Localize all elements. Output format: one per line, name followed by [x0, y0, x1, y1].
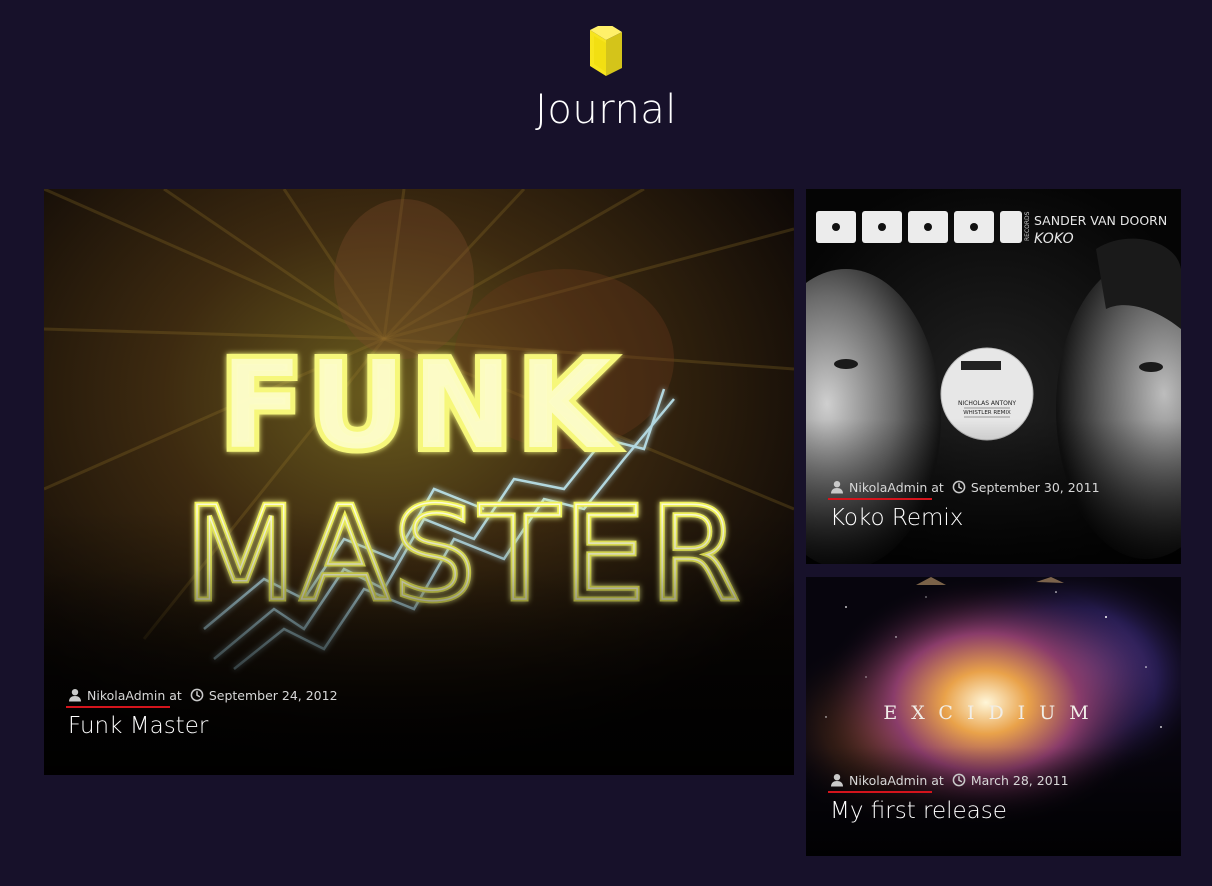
- clock-icon: [952, 773, 966, 787]
- post-date-link[interactable]: September 24, 2012: [209, 688, 338, 703]
- clock-icon: [190, 688, 204, 702]
- post-meta: NikolaAdmin at March 28, 2011: [828, 771, 1161, 793]
- journal-page: Journal FUNK FUNK NikolaAdmin at Septemb…: [0, 0, 1212, 886]
- post-caption: NikolaAdmin at March 28, 2011 My first r…: [828, 771, 1161, 827]
- svg-text:EXCIDIUM: EXCIDIUM: [883, 702, 1102, 724]
- svg-text:KOKO: KOKO: [1034, 231, 1074, 247]
- book-icon: [590, 26, 622, 76]
- meta-accent-underline: [828, 498, 932, 500]
- svg-text:SANDER VAN DOORN: SANDER VAN DOORN: [1034, 213, 1167, 228]
- post-title-link[interactable]: Funk Master: [68, 710, 208, 742]
- svg-text:FUNK: FUNK: [221, 337, 618, 476]
- svg-text:NICHOLAS ANTONY: NICHOLAS ANTONY: [958, 400, 1016, 407]
- svg-text:RECORDS: RECORDS: [1024, 211, 1031, 241]
- user-icon: [69, 689, 81, 702]
- post-caption: NikolaAdmin at September 30, 2011 Koko R…: [828, 478, 1161, 534]
- post-meta: NikolaAdmin at September 24, 2012: [66, 686, 774, 708]
- post-author-link[interactable]: NikolaAdmin: [87, 688, 165, 703]
- post-meta-at: at: [931, 772, 944, 788]
- post-title-link[interactable]: My first release: [830, 795, 1007, 827]
- post-meta: NikolaAdmin at September 30, 2011: [828, 478, 1161, 500]
- clock-icon: [952, 480, 966, 494]
- post-title-link[interactable]: Koko Remix: [830, 502, 963, 534]
- post-meta-at: at: [931, 479, 944, 495]
- page-header: Journal: [0, 26, 1212, 134]
- post-date-link[interactable]: March 28, 2011: [971, 773, 1069, 788]
- meta-accent-underline: [828, 791, 932, 793]
- meta-accent-underline: [66, 706, 170, 708]
- post-author-link[interactable]: NikolaAdmin: [849, 773, 927, 788]
- svg-text:WHISTLER REMIX: WHISTLER REMIX: [963, 410, 1011, 416]
- user-icon: [831, 481, 843, 494]
- user-icon: [831, 774, 843, 787]
- post-card-koko-remix[interactable]: RECORDS SANDER VAN DOORN KOKO NICHOLAS A…: [806, 189, 1181, 564]
- post-date-link[interactable]: September 30, 2011: [971, 480, 1100, 495]
- post-card-funk-master[interactable]: FUNK FUNK MASTER MASTER NikolaAdmin at: [44, 189, 794, 775]
- post-meta-at: at: [169, 687, 182, 703]
- post-author-link[interactable]: NikolaAdmin: [849, 480, 927, 495]
- post-card-my-first-release[interactable]: EXCIDIUM NikolaAdmin at March 28, 2011 M…: [806, 577, 1181, 856]
- page-title: Journal: [535, 87, 677, 133]
- post-caption: NikolaAdmin at September 24, 2012 Funk M…: [66, 686, 774, 742]
